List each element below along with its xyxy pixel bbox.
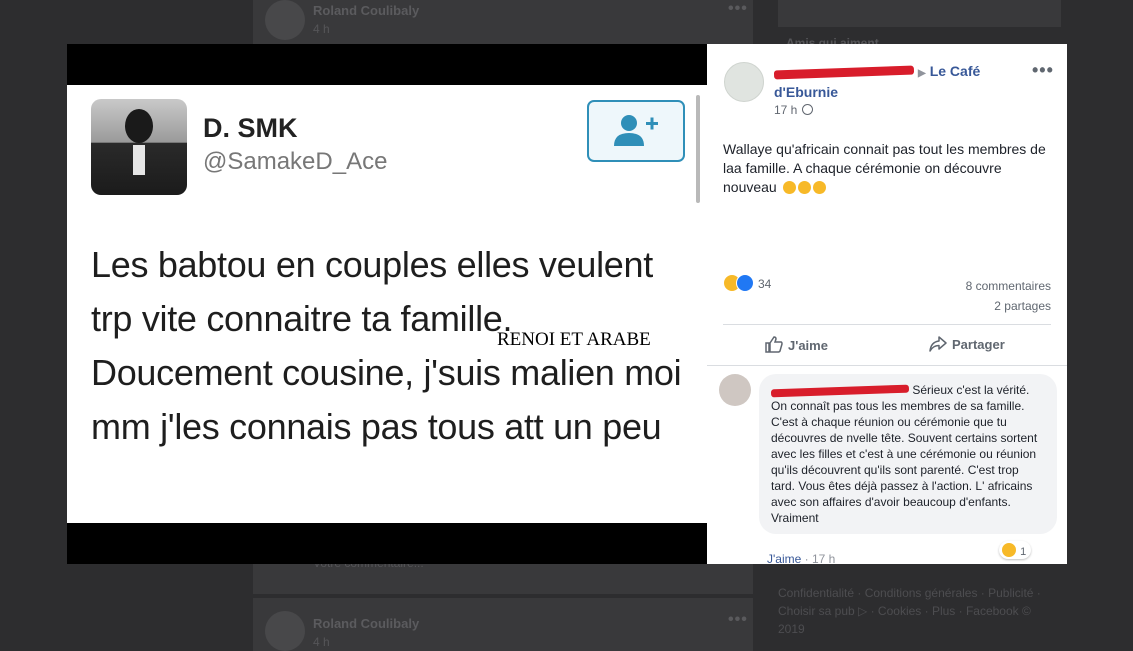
share-arrow-icon <box>929 336 947 352</box>
post-header: ▶ Le Café d'Eburnie <box>773 62 1014 102</box>
globe-icon <box>802 104 814 115</box>
laughing-emoji-icon <box>782 181 796 194</box>
tweet-author-name: D. SMK <box>203 113 298 143</box>
post-details-panel: ▶ Le Café d'Eburnie 17 h ••• Wallaye qu'a… <box>707 44 1067 564</box>
feed-author-top: Roland Coulibaly <box>313 3 420 18</box>
post-timestamp[interactable]: 17 h <box>774 103 814 117</box>
share-button[interactable]: Partager <box>929 336 1005 352</box>
feed-avatar-top <box>265 0 305 40</box>
laughing-emoji-icon <box>797 181 811 194</box>
photo-viewer[interactable]: D. SMK @SamakeD_Ace Les babtou en couple… <box>67 44 707 564</box>
more-options-icon: ••• <box>728 611 748 628</box>
watermark-text: RENOI ET ARABE <box>497 329 651 350</box>
comment-reaction-count: 1 <box>1020 546 1027 558</box>
reaction-summary[interactable]: 34 <box>723 274 771 292</box>
comment-bubble: Sérieux c'est la vérité. On connaît pas … <box>759 374 1057 534</box>
more-options-icon: ••• <box>728 0 748 17</box>
feed-time-bottom: 4 h <box>313 635 330 649</box>
sidebar-photos <box>778 0 1061 27</box>
feed-time-top: 4 h <box>313 22 330 36</box>
comment-actions: J'aime · 17 h <box>767 552 836 564</box>
post-stats: 8 commentaires 2 partages <box>966 276 1051 316</box>
footer-links: Confidentialité · Conditions générales ·… <box>778 586 1041 636</box>
divider <box>707 365 1067 366</box>
more-options-icon[interactable]: ••• <box>1032 60 1054 81</box>
feed-avatar-bottom <box>265 611 305 651</box>
reaction-count: 34 <box>758 277 772 291</box>
post-text: Wallaye qu'africain connait pas tout les… <box>723 141 1046 195</box>
like-reaction-icon <box>736 274 754 292</box>
comment-text: Sérieux c'est la vérité. On connaît pas … <box>771 383 1038 525</box>
tweet-screenshot-photo: D. SMK @SamakeD_Ace Les babtou en couple… <box>67 85 707 523</box>
shares-count[interactable]: 2 partages <box>966 296 1051 316</box>
commenter-avatar[interactable] <box>719 374 751 406</box>
tweet-author-handle: @SamakeD_Ace <box>203 148 388 175</box>
follow-button <box>587 100 685 162</box>
feed-author-bottom: Roland Coulibaly <box>313 616 420 631</box>
arrow-right-icon: ▶ <box>918 68 926 79</box>
comment-reaction-badge[interactable]: 1 <box>999 541 1032 559</box>
redacted-commenter-name[interactable] <box>770 384 910 398</box>
tweet-avatar <box>91 99 187 195</box>
thumbs-up-icon <box>765 336 783 353</box>
author-avatar[interactable] <box>724 62 764 102</box>
comment-time[interactable]: 17 h <box>812 552 835 564</box>
laughing-emoji-icon <box>812 181 826 194</box>
redacted-author-name[interactable] <box>773 65 915 80</box>
comments-count[interactable]: 8 commentaires <box>966 276 1051 296</box>
comment-like-link[interactable]: J'aime <box>767 552 801 564</box>
tweet-scrollbar <box>696 95 700 203</box>
haha-reaction-icon <box>1001 542 1017 558</box>
like-button[interactable]: J'aime <box>765 336 828 353</box>
divider <box>723 324 1051 325</box>
